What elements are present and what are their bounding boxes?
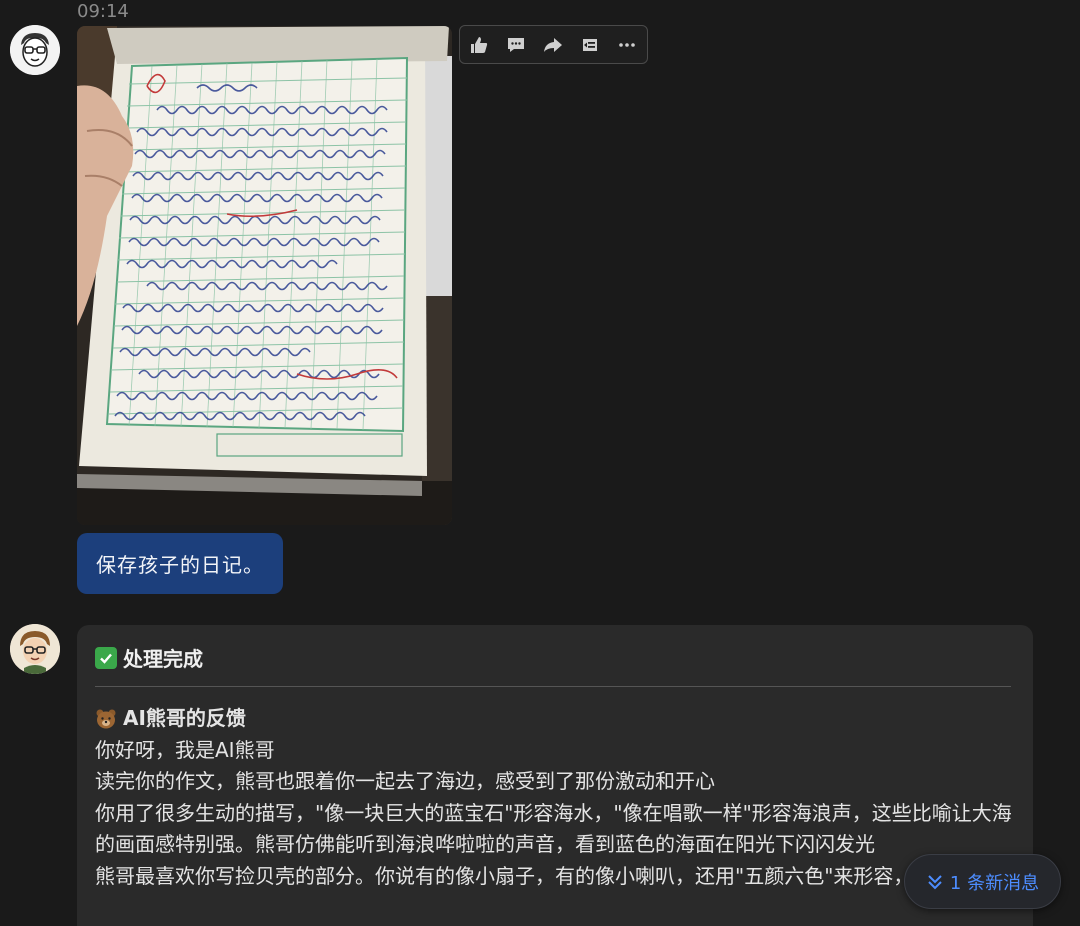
check-icon [95, 646, 117, 669]
message-line: 你用了很多生动的描写，"像一块巨大的蓝宝石"形容海水，"像在唱歌一样"形容海浪声… [95, 800, 1012, 857]
user-message-bubble[interactable]: 保存孩子的日记。 [77, 533, 283, 594]
new-messages-button[interactable]: 1 条新消息 [904, 854, 1061, 909]
quote-icon[interactable] [571, 26, 608, 63]
chat-view: 09:14 保存孩子的日记。 处理完成 AI熊哥的反馈 你好呀，我是AI熊哥 读… [0, 0, 1080, 926]
status-text: 处理完成 [123, 647, 203, 671]
more-icon[interactable] [608, 26, 645, 63]
user-avatar[interactable] [10, 25, 60, 75]
bear-icon [95, 708, 117, 730]
message-body: AI熊哥的反馈 你好呀，我是AI熊哥 读完你的作文，熊哥也跟着你一起去了海边，感… [95, 703, 1013, 892]
feedback-title: AI熊哥的反馈 [95, 703, 1013, 735]
message-timestamp: 09:14 [77, 1, 129, 22]
message-action-toolbar [459, 25, 648, 64]
new-messages-label: 1 条新消息 [949, 872, 1040, 894]
bot-message-card: 处理完成 AI熊哥的反馈 你好呀，我是AI熊哥 读完你的作文，熊哥也跟着你一起去… [77, 625, 1033, 926]
bot-avatar[interactable] [10, 624, 60, 674]
user-message-text: 保存孩子的日记。 [96, 553, 264, 577]
message-line: 熊哥最喜欢你写捡贝壳的部分。你说有的像小扇子，有的像小喇叭，还用"五颜六色"来形… [95, 863, 934, 888]
message-line: 你好呀，我是AI熊哥 [95, 737, 275, 762]
message-line: 读完你的作文，熊哥也跟着你一起去了海边，感受到了那份激动和开心 [95, 769, 715, 793]
status-header: 处理完成 [95, 643, 203, 672]
thumbs-up-icon[interactable] [460, 26, 497, 63]
divider [95, 686, 1011, 687]
double-chevron-down-icon [928, 874, 942, 889]
comment-icon[interactable] [497, 26, 534, 63]
feedback-title-text: AI熊哥的反馈 [123, 706, 246, 730]
forward-icon[interactable] [534, 26, 571, 63]
diary-photo[interactable] [77, 26, 452, 525]
